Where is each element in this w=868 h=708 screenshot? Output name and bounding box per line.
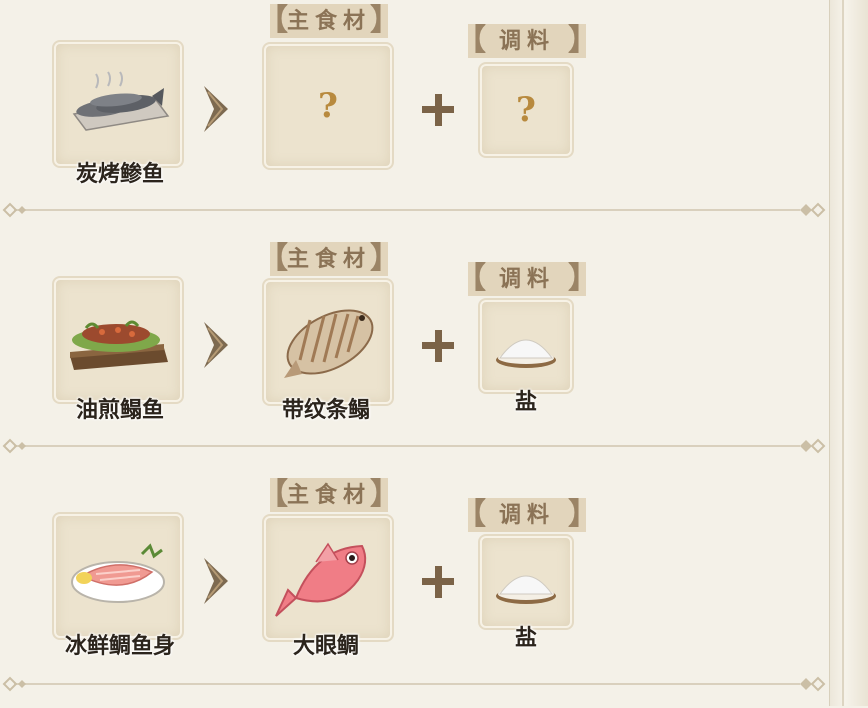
seasoning-tag: 调料: [456, 24, 598, 58]
seasoning-name: 盐: [514, 390, 537, 415]
seasoning-slot[interactable]: ?: [480, 64, 572, 156]
recipe-row-grilled-fish[interactable]: 炭烤鲹鱼 主食材 ? 调料 ?: [0, 0, 830, 236]
salt-icon: [496, 339, 556, 368]
chevron-right-icon: [204, 86, 228, 132]
dish-name: 炭烤鲹鱼: [75, 162, 164, 187]
plus-icon: [422, 330, 454, 362]
row-divider: [2, 676, 826, 692]
plus-icon: [422, 94, 454, 126]
chevron-right-icon: [204, 322, 228, 368]
salt-icon: [496, 575, 556, 604]
pan-fried-sole-icon: [70, 320, 168, 370]
recipe-row-chilled-snapper[interactable]: 冰鲜鲷鱼身 主食材 大眼鲷 调料 盐: [0, 472, 830, 708]
dish-name: 油煎鳎鱼: [75, 398, 164, 423]
unknown-mark: ?: [516, 90, 536, 130]
seasoning-tag: 调料: [456, 262, 598, 296]
main-ingredient-name: 带纹条鳎: [281, 398, 370, 423]
main-ingredient-name: 大眼鲷: [292, 634, 359, 659]
main-ingredient-tag: 主食材: [258, 4, 400, 38]
row-divider: [2, 438, 826, 454]
striped-sole-fish-icon: [284, 309, 374, 378]
seasoning-slot[interactable]: [480, 536, 572, 628]
bigeye-snapper-icon: [275, 542, 367, 617]
unknown-mark: ?: [318, 86, 338, 126]
seasoning-name: 盐: [514, 626, 537, 651]
chilled-snapper-fillet-icon: [71, 543, 165, 603]
plus-icon: [422, 566, 454, 598]
seasoning-slot[interactable]: [480, 300, 572, 392]
main-ingredient-slot[interactable]: [264, 516, 392, 640]
dish-slot[interactable]: [54, 42, 182, 166]
main-ingredient-tag: 主食材: [258, 242, 400, 276]
main-ingredient-slot[interactable]: [264, 280, 392, 404]
main-ingredient-tag: 主食材: [258, 478, 400, 512]
dish-slot[interactable]: [54, 278, 182, 402]
chevron-right-icon: [204, 558, 228, 604]
grilled-fish-icon: [72, 71, 170, 131]
seasoning-tag: 调料: [456, 498, 598, 532]
dish-slot[interactable]: [54, 514, 182, 638]
scrollbar-track[interactable]: [829, 0, 868, 706]
row-divider: [2, 202, 826, 218]
main-ingredient-slot[interactable]: ?: [264, 44, 392, 168]
recipe-row-pan-fried-sole[interactable]: 油煎鳎鱼 主食材 带纹条鳎 调料 盐: [0, 236, 830, 472]
dish-name: 冰鲜鲷鱼身: [64, 634, 175, 659]
